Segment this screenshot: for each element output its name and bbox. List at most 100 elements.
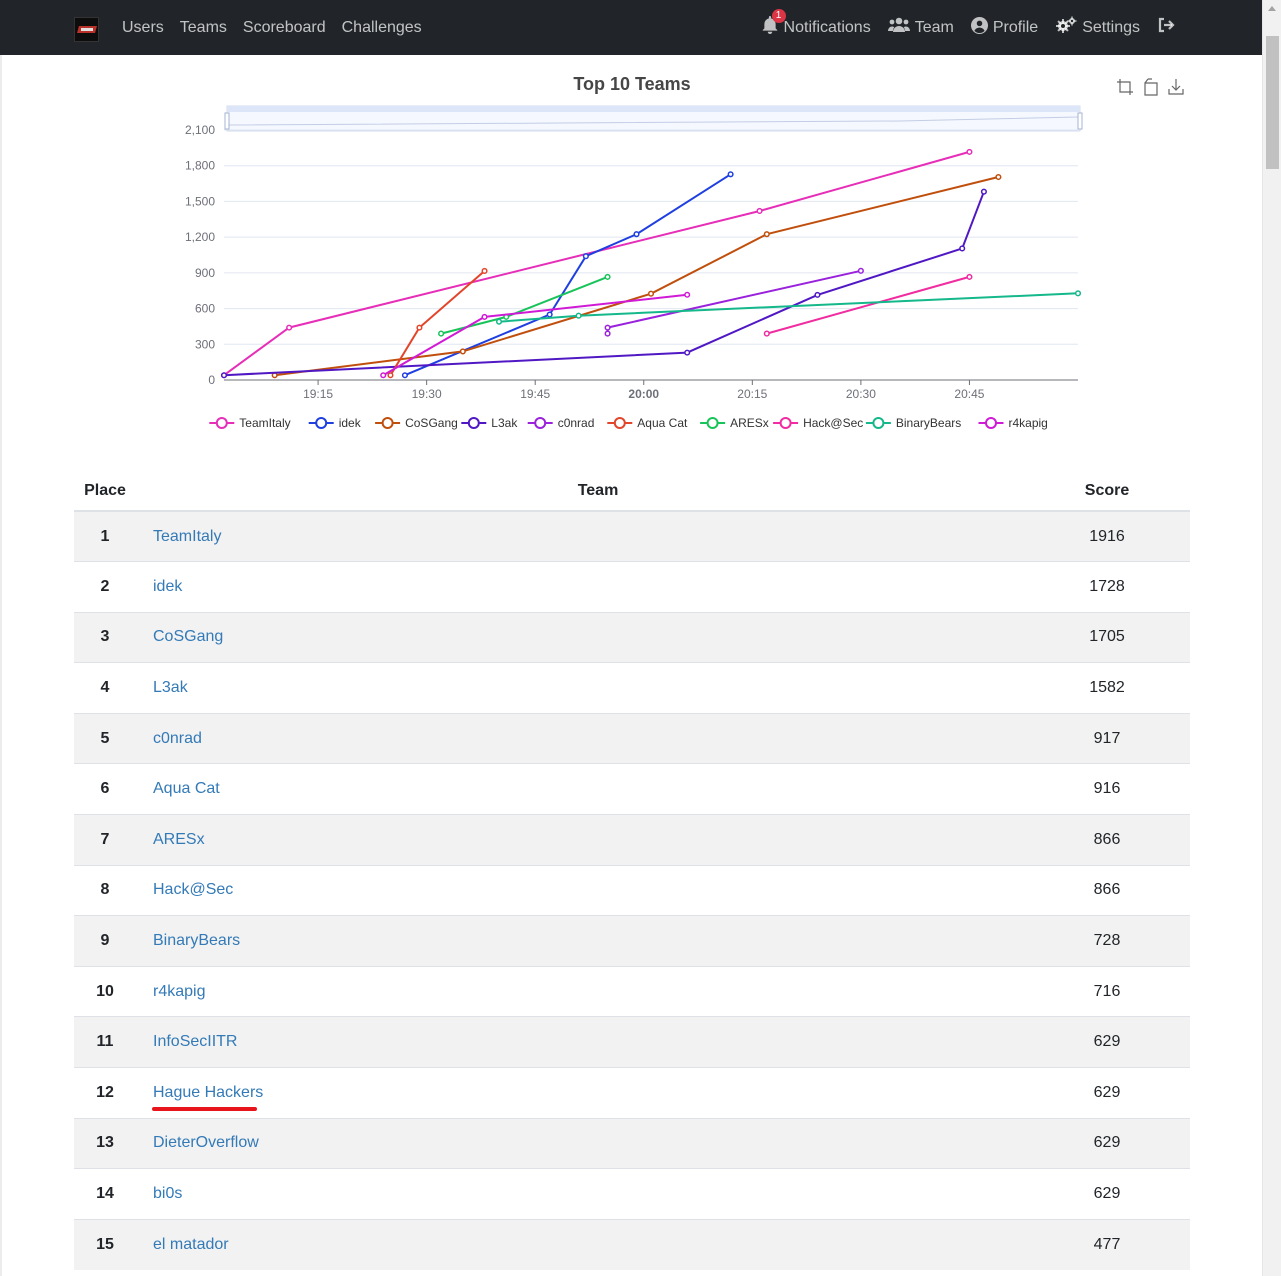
data-point[interactable] (481, 313, 488, 320)
zoom-reset-icon[interactable] (1144, 78, 1158, 96)
data-point[interactable] (763, 330, 770, 337)
team-cell: idek (136, 561, 1060, 613)
slider-left-handle[interactable] (224, 112, 230, 130)
place-cell: 7 (74, 814, 136, 866)
table-row: 7 ARESx 866 (74, 814, 1190, 866)
team-link[interactable]: el matador (153, 1236, 229, 1253)
legend-item[interactable]: TeamItaly (209, 416, 291, 430)
data-point[interactable] (966, 148, 973, 155)
legend-label: BinaryBears (896, 416, 961, 430)
zoom-icon[interactable] (1117, 79, 1133, 95)
data-point[interactable] (387, 372, 394, 379)
team-link[interactable]: Hague Hackers (153, 1084, 263, 1101)
data-point[interactable] (727, 171, 734, 178)
data-point[interactable] (286, 324, 293, 331)
data-point[interactable] (1074, 290, 1082, 297)
scroll-thumb[interactable] (1266, 36, 1279, 169)
nav-scoreboard-link[interactable]: Scoreboard (243, 19, 326, 37)
team-link[interactable]: bi0s (153, 1185, 182, 1202)
team-link[interactable]: CoSGang (153, 628, 223, 645)
data-point[interactable] (495, 318, 503, 325)
team-cell: InfoSecIITR (136, 1016, 1060, 1068)
data-point[interactable] (633, 231, 640, 238)
team-link[interactable]: idek (153, 578, 182, 595)
data-point[interactable] (966, 273, 973, 280)
nav-users-link[interactable]: Users (122, 19, 164, 37)
team-cell: r4kapig (136, 965, 1060, 1017)
table-row: 11 InfoSecIITR 629 (74, 1016, 1190, 1068)
legend-item[interactable]: Aqua Cat (607, 416, 688, 430)
data-point[interactable] (684, 291, 691, 298)
data-point[interactable] (857, 267, 864, 274)
data-point[interactable] (380, 372, 387, 379)
data-point[interactable] (647, 290, 655, 297)
nav-notifications-link[interactable]: 1 Notifications (761, 9, 871, 39)
legend-item[interactable]: L3ak (461, 416, 518, 430)
data-point[interactable] (995, 173, 1002, 181)
place-cell: 6 (74, 763, 136, 815)
team-cell: ARESx (136, 814, 1060, 866)
legend-swatch-marker (706, 417, 719, 429)
team-link[interactable]: L3ak (153, 679, 188, 696)
team-link[interactable]: Aqua Cat (153, 780, 220, 797)
vertical-scrollbar[interactable] (1262, 0, 1281, 1276)
data-point[interactable] (604, 330, 611, 337)
nav-team-link[interactable]: Team (887, 17, 954, 38)
data-point[interactable] (980, 188, 987, 195)
data-point[interactable] (481, 267, 488, 275)
legend-item[interactable]: idek (308, 416, 362, 430)
data-zoom-slider[interactable] (224, 105, 1083, 132)
legend-item[interactable]: c0nrad (527, 416, 595, 430)
y-tick-label: 2,100 (185, 123, 215, 137)
legend-label: c0nrad (558, 416, 595, 430)
team-cell: L3ak (136, 662, 1060, 714)
legend-item[interactable]: Hack@Sec (773, 416, 863, 430)
team-cell: Aqua Cat (136, 763, 1060, 815)
legend-item[interactable]: ARESx (700, 416, 769, 430)
data-point[interactable] (959, 245, 966, 252)
team-link[interactable]: TeamItaly (153, 528, 221, 545)
team-link[interactable]: Hack@Sec (153, 881, 233, 898)
data-point[interactable] (575, 312, 582, 319)
nav-settings-link[interactable]: Settings (1055, 16, 1140, 39)
data-point[interactable] (814, 291, 821, 298)
score-header: Score (1060, 471, 1190, 512)
score-cell: 716 (1060, 965, 1190, 1017)
data-point[interactable] (220, 372, 228, 379)
data-point[interactable] (604, 273, 611, 280)
top-teams-chart: Top 10 Teams 0 300 600 900 1,200 1,500 1,800 2,… (185, 74, 1184, 430)
logout-button[interactable] (1157, 17, 1180, 38)
team-link[interactable]: ARESx (153, 831, 205, 848)
team-link[interactable]: c0nrad (153, 730, 202, 747)
data-point[interactable] (438, 330, 445, 337)
chart-title: Top 10 Teams (573, 74, 690, 94)
chart-series (220, 148, 1082, 379)
data-point[interactable] (582, 253, 589, 260)
team-link[interactable]: r4kapig (153, 983, 205, 1000)
data-point[interactable] (401, 372, 408, 379)
legend-item[interactable]: BinaryBears (865, 416, 961, 430)
data-point[interactable] (684, 349, 691, 356)
y-tick-label: 1,800 (185, 159, 215, 173)
series-idek (401, 171, 734, 379)
data-point[interactable] (459, 348, 466, 355)
data-point[interactable] (763, 231, 770, 238)
nav-profile-link[interactable]: Profile (970, 16, 1038, 39)
scroll-up-arrow[interactable] (1268, 6, 1276, 11)
data-point[interactable] (604, 324, 611, 331)
nav-challenges-link[interactable]: Challenges (342, 19, 422, 37)
team-link[interactable]: BinaryBears (153, 932, 240, 949)
team-link[interactable]: InfoSecIITR (153, 1033, 237, 1050)
team-link[interactable]: DieterOverflow (153, 1134, 259, 1151)
site-logo[interactable] (74, 17, 99, 42)
download-icon[interactable] (1168, 79, 1184, 95)
legend-item[interactable]: CoSGang (375, 416, 458, 430)
data-point[interactable] (546, 311, 553, 318)
x-tick-label: 20:00 (628, 387, 659, 401)
legend-item[interactable]: r4kapig (978, 416, 1048, 430)
slider-right-handle[interactable] (1077, 112, 1083, 130)
data-point[interactable] (756, 207, 763, 215)
legend-swatch-marker (381, 417, 394, 429)
nav-teams-link[interactable]: Teams (180, 19, 227, 37)
data-point[interactable] (416, 324, 423, 331)
